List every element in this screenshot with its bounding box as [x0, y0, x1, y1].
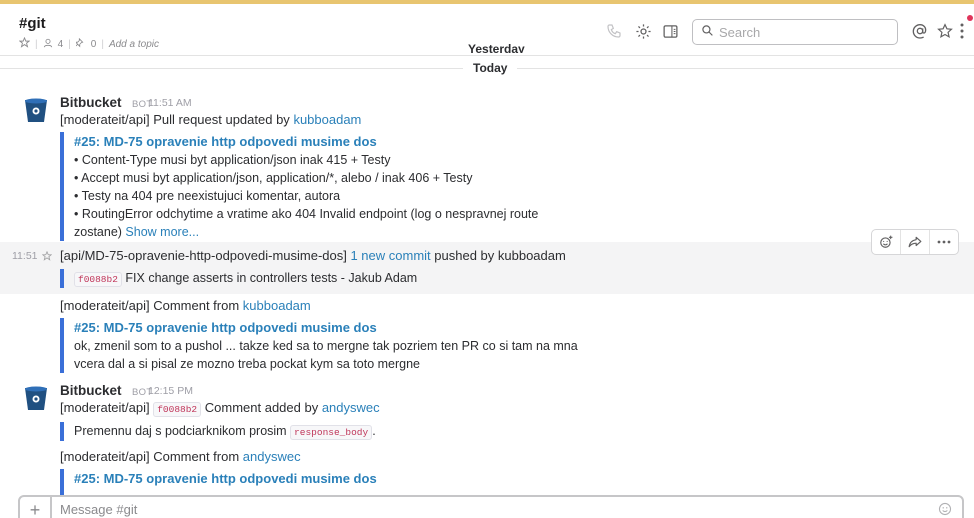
mention-icon[interactable]	[910, 21, 930, 41]
attachment-title[interactable]: #25: MD-75 opravenie http odpovedi musim…	[74, 469, 377, 488]
day-divider-today: Today	[463, 61, 518, 75]
pin-icon[interactable]	[74, 37, 86, 51]
message-actions	[871, 229, 959, 255]
phone-icon[interactable]	[604, 21, 624, 41]
message-text-prefix: [moderateit/api] Comment from	[60, 298, 243, 313]
message-text: [moderateit/api] Comment from kubboadam	[60, 297, 311, 315]
commit-hash[interactable]: f0088b2	[74, 272, 122, 287]
message-text-prefix: [moderateit/api] Pull request updated by	[60, 112, 294, 127]
user-link[interactable]: kubboadam	[293, 112, 361, 127]
member-icon[interactable]	[43, 38, 53, 51]
message-input[interactable]	[60, 502, 920, 517]
meta-separator: |	[68, 38, 71, 50]
attachment: #25: MD-75 opravenie http odpovedi musim…	[60, 132, 538, 241]
plus-icon[interactable]: +	[20, 497, 52, 518]
commit-hash[interactable]: f0088b2	[153, 402, 202, 417]
user-link[interactable]: kubboadam	[243, 298, 311, 313]
attachment: #25: MD-75 opravenie http odpovedi musim…	[60, 318, 578, 373]
commit-line: f0088b2 FIX change asserts in controller…	[74, 269, 417, 289]
meta-separator: |	[101, 38, 104, 50]
message-timestamp[interactable]: 11:51	[12, 250, 38, 262]
attachment-line: ok, zmenil som to a pushol ... takze ked…	[74, 339, 578, 353]
bitbucket-avatar[interactable]	[22, 385, 50, 413]
attachment-last-text: zostane)	[74, 225, 126, 239]
user-link[interactable]: andyswec	[322, 400, 380, 415]
search-input[interactable]	[719, 24, 889, 40]
more-horizontal-icon[interactable]	[930, 230, 958, 254]
message-timestamp[interactable]: 12:15 PM	[148, 385, 193, 397]
more-vertical-icon[interactable]	[956, 21, 968, 41]
bitbucket-avatar[interactable]	[22, 97, 50, 125]
show-more-link[interactable]: Show more...	[125, 225, 199, 239]
commit-link[interactable]: 1 new commit	[350, 248, 430, 263]
message-text: [moderateit/api] Comment from andyswec	[60, 448, 301, 466]
attachment-line: vcera dal a si pisal ze mozno treba pock…	[74, 357, 420, 371]
attachment-title[interactable]: #25: MD-75 opravenie http odpovedi musim…	[74, 132, 538, 151]
message-text-prefix: [moderateit/api]	[60, 400, 154, 415]
attachment-line: zostane) Show more...	[74, 223, 538, 241]
star-icon[interactable]	[18, 36, 31, 51]
inline-code: response_body	[290, 425, 373, 440]
attachment-title[interactable]: #25: MD-75 opravenie http odpovedi musim…	[74, 318, 578, 337]
pinned-count[interactable]: 0	[91, 39, 97, 50]
gear-icon[interactable]	[633, 21, 653, 41]
star-outline-icon[interactable]	[935, 21, 955, 41]
message-text: [moderateit/api] Pull request updated by…	[60, 111, 361, 129]
commit-message: FIX change asserts in controllers tests …	[125, 271, 418, 285]
emoji-icon[interactable]	[938, 502, 952, 518]
channel-meta: | 4 | 0 | Add a topic	[18, 36, 159, 51]
star-icon[interactable]	[41, 249, 53, 264]
user-link[interactable]: andyswec	[243, 449, 301, 464]
attachment: #25: MD-75 opravenie http odpovedi musim…	[60, 469, 377, 495]
message-text-suffix: pushed by kubboadam	[430, 248, 566, 263]
search-box[interactable]	[692, 19, 898, 45]
attachment-line: • RoutingError odchytime a vratime ako 4…	[74, 207, 539, 221]
message-text-prefix: [moderateit/api] Comment from	[60, 449, 243, 464]
add-topic-link[interactable]: Add a topic	[109, 39, 159, 50]
quote-end: .	[372, 424, 376, 438]
message-sender[interactable]: Bitbucket	[60, 95, 122, 110]
add-reaction-icon[interactable]	[872, 230, 901, 254]
attachment-line: • Content-Type musi byt application/json…	[74, 153, 391, 167]
notification-badge	[967, 15, 973, 21]
message-text-prefix: [api/MD-75-opravenie-http-odpovedi-musim…	[60, 248, 351, 263]
message-text: [api/MD-75-opravenie-http-odpovedi-musim…	[60, 247, 566, 265]
message-text-mid: Comment added by	[201, 400, 322, 415]
message-text: [moderateit/api] f0088b2 Comment added b…	[60, 399, 380, 419]
message-timestamp[interactable]: 11:51 AM	[148, 97, 192, 109]
message-sender[interactable]: Bitbucket	[60, 383, 122, 398]
share-icon[interactable]	[901, 230, 930, 254]
message-composer: +	[18, 495, 964, 518]
quote-text: Premennu daj s podciarknikom prosim	[74, 424, 291, 438]
attachment-line: • Accept musi byt application/json, appl…	[74, 171, 473, 185]
day-divider-yesterday: Yesterday	[462, 44, 531, 53]
commit-attachment: f0088b2 FIX change asserts in controller…	[60, 269, 417, 288]
quote-attachment: Premennu daj s podciarknikom prosim resp…	[60, 422, 376, 441]
details-icon[interactable]	[660, 21, 680, 41]
channel-name[interactable]: #git	[19, 15, 46, 32]
attachment-line: • Testy na 404 pre neexistujuci komentar…	[74, 189, 341, 203]
quote-line: Premennu daj s podciarknikom prosim resp…	[74, 422, 376, 442]
meta-separator: |	[35, 38, 38, 50]
search-icon	[701, 24, 714, 40]
member-count[interactable]: 4	[58, 39, 64, 50]
